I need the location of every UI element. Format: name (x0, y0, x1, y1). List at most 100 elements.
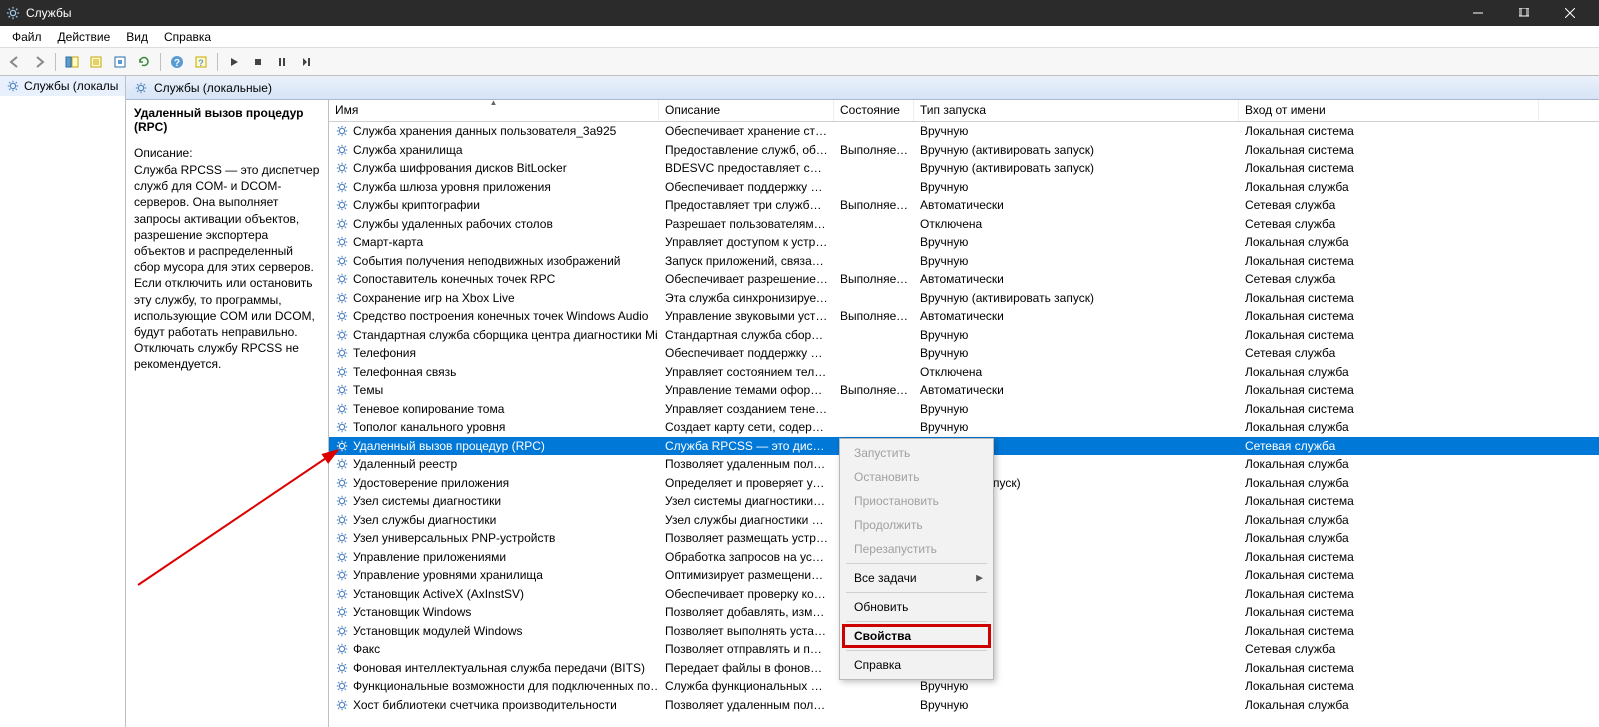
table-row[interactable]: Служба шлюза уровня приложенияОбеспечива… (329, 178, 1599, 197)
service-name: Факс (353, 642, 380, 656)
submenu-arrow-icon: ▶ (976, 573, 983, 584)
table-row[interactable]: Службы криптографииПредоставляет три слу… (329, 196, 1599, 215)
service-desc: Управление звуковыми уст… (659, 309, 834, 323)
ctx-stop[interactable]: Остановить (842, 465, 991, 489)
table-row[interactable]: Сопоставитель конечных точек RPCОбеспечи… (329, 270, 1599, 289)
service-desc: Обеспечивает поддержку ст… (659, 180, 834, 194)
toolbar-restart-service[interactable] (295, 51, 317, 73)
table-row[interactable]: Теневое копирование томаУправляет создан… (329, 400, 1599, 419)
minimize-button[interactable] (1455, 0, 1501, 26)
menu-view[interactable]: Вид (118, 28, 156, 46)
gear-icon (134, 81, 148, 95)
menu-help[interactable]: Справка (156, 28, 219, 46)
service-desc: Определяет и проверяет уд… (659, 476, 834, 490)
table-row[interactable]: Служба хранения данных пользователя_3a92… (329, 122, 1599, 141)
service-name: Удостоверение приложения (353, 476, 509, 490)
col-state[interactable]: Состояние (834, 100, 914, 121)
ctx-refresh[interactable]: Обновить (842, 595, 991, 619)
maximize-button[interactable] (1501, 0, 1547, 26)
service-name: Службы криптографии (353, 198, 480, 212)
gear-icon (335, 698, 349, 712)
ctx-properties[interactable]: Свойства (842, 624, 991, 648)
table-row[interactable]: Сохранение игр на Xbox LiveЭта служба си… (329, 289, 1599, 308)
service-name: Узел службы диагностики (353, 513, 496, 527)
service-desc: BDESVC предоставляет слу… (659, 161, 834, 175)
toolbar-stop-service[interactable] (247, 51, 269, 73)
service-name: Теневое копирование тома (353, 402, 504, 416)
menu-file[interactable]: Файл (4, 28, 50, 46)
col-logon[interactable]: Вход от имени (1239, 100, 1539, 121)
toolbar-refresh[interactable] (133, 51, 155, 73)
toolbar-forward[interactable] (28, 51, 50, 73)
service-logon: Локальная система (1239, 143, 1539, 157)
gear-icon (335, 254, 349, 268)
service-logon: Локальная система (1239, 624, 1539, 638)
ctx-pause[interactable]: Приостановить (842, 489, 991, 513)
service-startup: Отключена (914, 365, 1239, 379)
service-logon: Локальная система (1239, 254, 1539, 268)
gear-icon (335, 457, 349, 471)
service-name: Тополог канального уровня (353, 420, 505, 434)
table-row[interactable]: Тополог канального уровняСоздает карту с… (329, 418, 1599, 437)
toolbar-pause-service[interactable] (271, 51, 293, 73)
table-row[interactable]: ТемыУправление темами оформ…ВыполняетсяА… (329, 381, 1599, 400)
table-row[interactable]: Служба хранилищаПредоставление служб, об… (329, 141, 1599, 160)
col-desc[interactable]: Описание (659, 100, 834, 121)
service-logon: Локальная система (1239, 124, 1539, 138)
service-desc: Обеспечивает хранение стр… (659, 124, 834, 138)
col-start[interactable]: Тип запуска (914, 100, 1239, 121)
ctx-help[interactable]: Справка (842, 653, 991, 677)
detail-desc: Служба RPCSS — это диспетчер служб для C… (134, 162, 320, 372)
gear-icon (335, 143, 349, 157)
close-button[interactable] (1547, 0, 1593, 26)
service-startup: Вручную (914, 254, 1239, 268)
service-desc: Позволяет выполнять устан… (659, 624, 834, 638)
col-name[interactable]: Имя▲ (329, 100, 659, 121)
service-name: Службы удаленных рабочих столов (353, 217, 553, 231)
ctx-alltasks[interactable]: Все задачи▶ (842, 566, 991, 590)
service-name: Служба шифрования дисков BitLocker (353, 161, 567, 175)
toolbar-showhide-console-tree[interactable] (61, 51, 83, 73)
service-startup: Отключена (914, 217, 1239, 231)
service-startup: Вручную (914, 698, 1239, 712)
table-row[interactable]: Стандартная служба сборщика центра диагн… (329, 326, 1599, 345)
menu-action[interactable]: Действие (50, 28, 119, 46)
toolbar-help2[interactable]: ? (190, 51, 212, 73)
gear-icon (335, 587, 349, 601)
toolbar-properties[interactable] (85, 51, 107, 73)
ctx-restart[interactable]: Перезапустить (842, 537, 991, 561)
service-state: Выполняется (834, 198, 914, 212)
ctx-start[interactable]: Запустить (842, 441, 991, 465)
service-desc: Позволяет добавлять, изме… (659, 605, 834, 619)
table-row[interactable]: Службы удаленных рабочих столовРазрешает… (329, 215, 1599, 234)
ctx-resume[interactable]: Продолжить (842, 513, 991, 537)
nav-services-local[interactable]: Службы (локалы (0, 76, 125, 96)
gear-icon (335, 383, 349, 397)
table-row[interactable]: Хост библиотеки счетчика производительно… (329, 696, 1599, 715)
table-row[interactable]: Телефонная связьУправляет состоянием тел… (329, 363, 1599, 382)
toolbar-start-service[interactable] (223, 51, 245, 73)
table-row[interactable]: Средство построения конечных точек Windo… (329, 307, 1599, 326)
toolbar-back[interactable] (4, 51, 26, 73)
gear-icon (335, 568, 349, 582)
table-row[interactable]: ТелефонияОбеспечивает поддержку T…Вручну… (329, 344, 1599, 363)
service-startup: Вручную (914, 124, 1239, 138)
gear-icon (335, 439, 349, 453)
gear-icon (335, 661, 349, 675)
gear-icon (335, 124, 349, 138)
service-logon: Локальная служба (1239, 180, 1539, 194)
service-logon: Локальная служба (1239, 476, 1539, 490)
table-row[interactable]: Служба шифрования дисков BitLocker BDESVC… (329, 159, 1599, 178)
table-row[interactable]: События получения неподвижных изображени… (329, 252, 1599, 271)
service-desc: Обработка запросов на уст… (659, 550, 834, 564)
menubar: Файл Действие Вид Справка (0, 26, 1599, 48)
service-desc: Узел службы диагностики и… (659, 513, 834, 527)
table-row[interactable]: Смарт-картаУправляет доступом к устр…Вру… (329, 233, 1599, 252)
gear-icon (335, 198, 349, 212)
toolbar-export-list[interactable] (109, 51, 131, 73)
service-logon: Локальная система (1239, 328, 1539, 342)
service-name: Смарт-карта (353, 235, 423, 249)
service-desc: Обеспечивает поддержку T… (659, 346, 834, 360)
service-name: Функциональные возможности для подключен… (353, 679, 659, 693)
toolbar-help[interactable]: ? (166, 51, 188, 73)
